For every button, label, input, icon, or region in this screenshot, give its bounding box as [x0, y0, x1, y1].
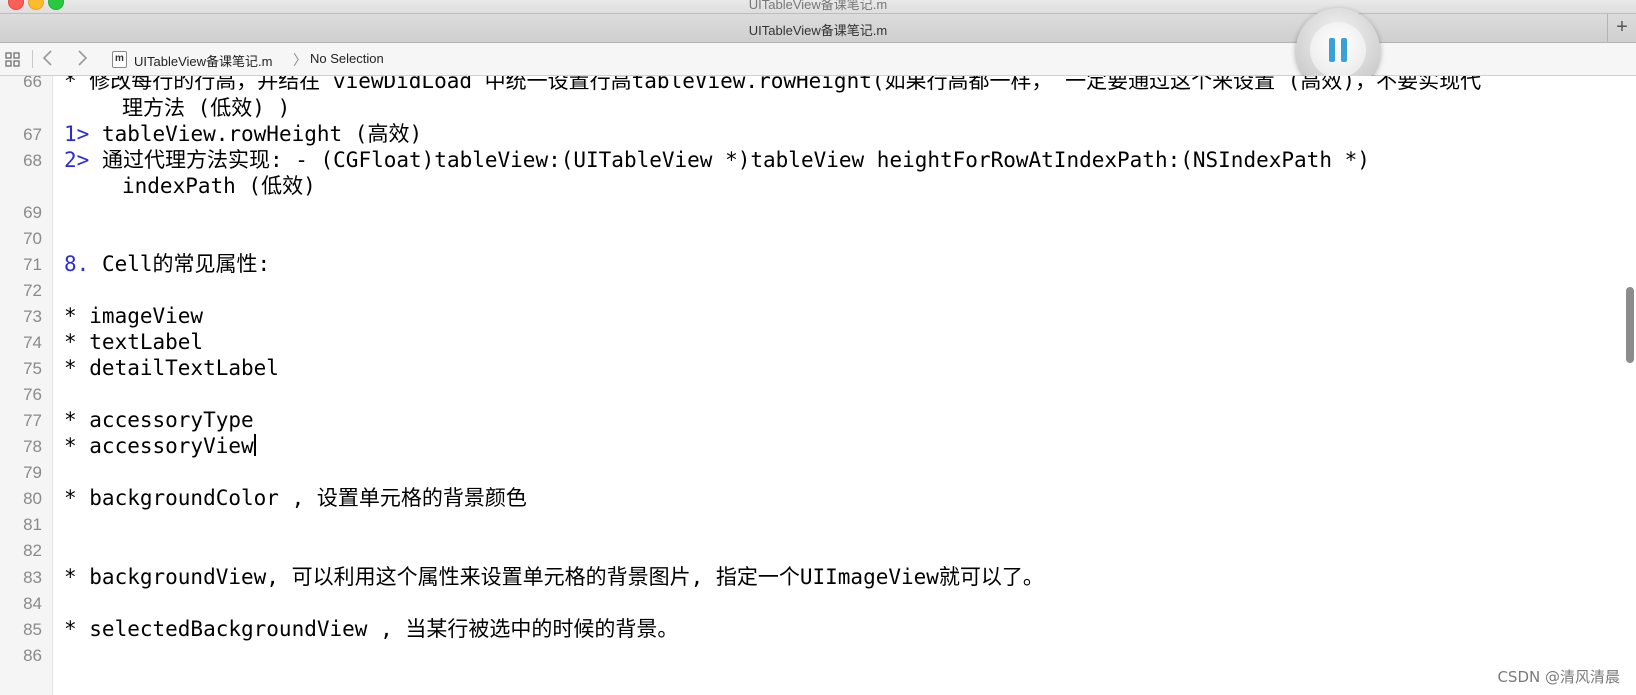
code-line: 69: [0, 199, 1600, 226]
line-number: 76: [23, 385, 42, 404]
line-text: * backgroundView, 可以利用这个属性来设置单元格的背景图片, 指…: [64, 565, 1044, 589]
code-line: 78 * accessoryView: [0, 433, 1600, 460]
line-number: 72: [23, 281, 42, 300]
code-line: 80 * backgroundColor , 设置单元格的背景颜色: [0, 485, 1600, 512]
related-items-grid-icon[interactable]: [5, 52, 20, 67]
vertical-scrollbar-thumb[interactable]: [1626, 287, 1634, 363]
line-number: 70: [23, 229, 42, 248]
source-editor[interactable]: 66 * 修改每行的行高，并结在 viewDidLoad 中统一设置行高tabl…: [0, 76, 1636, 695]
line-number: 69: [23, 203, 42, 222]
line-number: 67: [23, 125, 42, 144]
line-number: 83: [23, 568, 42, 587]
breadcrumb-file[interactable]: UITableView备课笔记.m: [134, 51, 272, 70]
code-line: 73 * imageView: [0, 303, 1600, 330]
code-line: 85 * selectedBackgroundView , 当某行被选中的时候的…: [0, 616, 1600, 643]
objc-file-icon: m: [112, 51, 127, 68]
line-number: 78: [23, 437, 42, 456]
jump-bar: m UITableView备课笔记.m 〉 No Selection: [0, 43, 1636, 76]
list-marker: 1>: [64, 122, 90, 146]
code-line: 79: [0, 459, 1600, 486]
text-caret: [253, 434, 256, 456]
code-line: 67 1> tableView.rowHeight (高效): [0, 121, 1600, 148]
line-text: * backgroundColor , 设置单元格的背景颜色: [64, 486, 527, 510]
code-line: 82: [0, 537, 1600, 564]
code-line: 66 * 修改每行的行高，并结在 viewDidLoad 中统一设置行高tabl…: [0, 76, 1600, 95]
line-number: 80: [23, 489, 42, 508]
code-line-continuation: indexPath (低效): [0, 173, 1600, 200]
line-text: * accessoryView: [64, 434, 254, 458]
code-line: 71 8. Cell的常见属性:: [0, 251, 1600, 278]
back-chevron-icon[interactable]: [40, 48, 56, 68]
breadcrumb-chevron-icon: 〉: [293, 52, 307, 68]
code-line: 75 * detailTextLabel: [0, 355, 1600, 382]
tab-bar: UITableView备课笔记.m +: [0, 13, 1636, 43]
code-line: 70: [0, 225, 1600, 252]
code-line: 77 * accessoryType: [0, 407, 1600, 434]
jump-bar-divider: [32, 50, 33, 68]
forward-chevron-icon[interactable]: [74, 48, 90, 68]
line-text: * selectedBackgroundView , 当某行被选中的时候的背景。: [64, 617, 679, 641]
line-number: 77: [23, 411, 42, 430]
code-line: 84: [0, 590, 1600, 617]
line-text: Cell的常见属性:: [89, 252, 271, 276]
breadcrumb-selection[interactable]: No Selection: [310, 51, 384, 66]
window-title: UITableView备课笔记.m: [748, 0, 888, 12]
line-number: 71: [23, 255, 42, 274]
line-number: 73: [23, 307, 42, 326]
line-number: 84: [23, 594, 42, 613]
pause-icon: [1310, 22, 1366, 78]
code-line: 83 * backgroundView, 可以利用这个属性来设置单元格的背景图片…: [0, 564, 1600, 591]
code-line: 72: [0, 277, 1600, 304]
line-number: 74: [23, 333, 42, 352]
line-text: * accessoryType: [64, 408, 254, 432]
line-text-continuation: 理方法 (低效) ): [122, 96, 291, 120]
line-text: * imageView: [64, 304, 204, 328]
code-line-continuation: 理方法 (低效) ): [0, 95, 1600, 122]
code-line: 74 * textLabel: [0, 329, 1600, 356]
line-text: * detailTextLabel: [64, 356, 279, 380]
watermark: CSDN @清风清晨: [1497, 668, 1620, 686]
line-text-continuation: indexPath (低效): [122, 174, 316, 198]
line-number: 82: [23, 541, 42, 560]
line-text: tableView.rowHeight (高效): [89, 122, 423, 146]
tab-file-title[interactable]: UITableView备课笔记.m: [0, 20, 1636, 39]
add-tab-button[interactable]: +: [1607, 14, 1636, 42]
line-number: 86: [23, 646, 42, 665]
line-number: 66: [23, 76, 42, 91]
code-line: 76: [0, 381, 1600, 408]
section-number: 8.: [64, 252, 90, 276]
line-number: 75: [23, 359, 42, 378]
code-line: 68 2> 通过代理方法实现: - (CGFloat)tableView:(UI…: [0, 147, 1600, 174]
list-marker: 2>: [64, 148, 90, 172]
line-text: 通过代理方法实现: - (CGFloat)tableView:(UITableV…: [89, 148, 1370, 172]
window-title-bar: UITableView备课笔记.m: [0, 0, 1636, 13]
code-line: 81: [0, 511, 1600, 538]
line-text: * textLabel: [64, 330, 204, 354]
line-number: 68: [23, 151, 42, 170]
code-line: 86: [0, 642, 1600, 669]
line-number: 79: [23, 463, 42, 482]
line-number: 81: [23, 515, 42, 534]
line-number: 85: [23, 620, 42, 639]
line-text: * 修改每行的行高，并结在 viewDidLoad 中统一设置行高tableVi…: [64, 76, 1482, 93]
